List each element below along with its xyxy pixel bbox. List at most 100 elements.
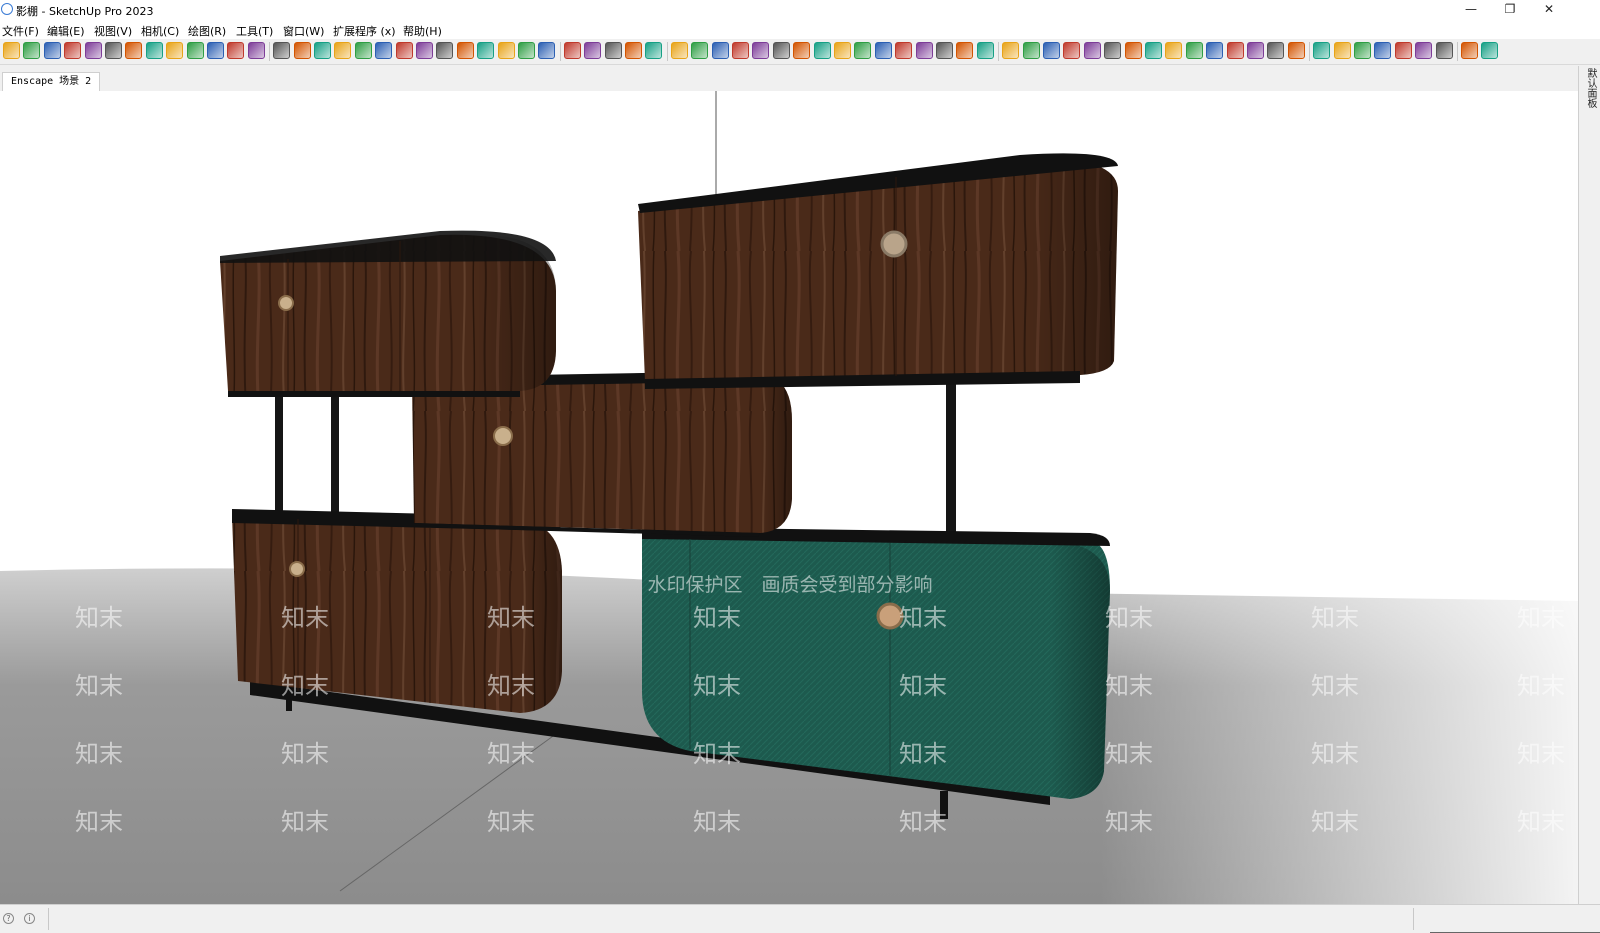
shield-lime-icon[interactable]: [1435, 42, 1453, 59]
grid-icon[interactable]: [1063, 42, 1081, 59]
gear-green-icon[interactable]: [1481, 42, 1499, 59]
hatch-icon[interactable]: [1083, 42, 1101, 59]
outliner-icon[interactable]: [273, 42, 291, 59]
arrow-up-icon[interactable]: [314, 42, 331, 59]
window-title: 影棚 - SketchUp Pro 2023: [16, 5, 154, 18]
black-arrow-icon[interactable]: [1287, 42, 1305, 59]
zigzag-icon[interactable]: [1022, 42, 1040, 59]
window-icon[interactable]: [711, 42, 729, 59]
green-arrow-icon[interactable]: [1247, 42, 1264, 59]
frame-post-left: [275, 396, 283, 516]
table-icon[interactable]: [1226, 42, 1244, 59]
menu-file[interactable]: 文件(F): [2, 23, 39, 39]
pencil-icon[interactable]: [604, 42, 622, 59]
box-icon[interactable]: [375, 42, 393, 59]
close-button[interactable]: ✕: [1526, 0, 1572, 20]
align-left-icon[interactable]: [625, 42, 642, 59]
shelf-icon[interactable]: [956, 42, 974, 59]
cube-orange-icon[interactable]: [416, 42, 433, 59]
shield-green-icon[interactable]: [1415, 42, 1433, 59]
house-icon[interactable]: [1461, 42, 1478, 59]
scale-icon[interactable]: [645, 42, 663, 59]
book-icon[interactable]: [1124, 42, 1142, 59]
menu-draw[interactable]: 绘图(R): [188, 23, 226, 39]
shield-icon[interactable]: [1394, 42, 1412, 59]
tool-icon[interactable]: [834, 42, 851, 59]
door-icon[interactable]: [691, 42, 709, 59]
close-x-icon[interactable]: [1206, 42, 1224, 59]
model-viewport[interactable]: 水印保护区 画质会受到部分影响 知末 知末 知末 知末 知末 知末 知末 知末 知末 知末 知末 知末…: [0, 91, 1578, 904]
menu-help[interactable]: 帮助(H): [403, 23, 442, 39]
flow-icon[interactable]: [1043, 42, 1060, 59]
cloud-icon[interactable]: [125, 42, 143, 59]
cube-wire-icon[interactable]: [518, 42, 535, 59]
watermark-tile: 知末: [1105, 808, 1153, 836]
geo-location-icon[interactable]: ?: [3, 913, 14, 924]
chart-icon[interactable]: [1104, 42, 1122, 59]
sun-icon[interactable]: [354, 42, 372, 59]
title-bar: 影棚 - SketchUp Pro 2023 — ❐ ✕: [0, 0, 1600, 20]
wall-icon[interactable]: [670, 42, 688, 59]
watermark-tile: 知末: [1105, 672, 1153, 700]
menu-window[interactable]: 窗口(W): [283, 23, 324, 39]
draw-icon[interactable]: [813, 42, 831, 59]
menu-extensions[interactable]: 扩展程序 (x): [333, 23, 396, 39]
watermark-tile: 知末: [899, 808, 947, 836]
pen-icon[interactable]: [436, 42, 454, 59]
trash-icon[interactable]: [772, 42, 790, 59]
curve-icon[interactable]: [538, 42, 556, 59]
cut-icon[interactable]: [1145, 42, 1162, 59]
refresh-icon[interactable]: [23, 42, 41, 59]
menu-edit[interactable]: 编辑(E): [47, 23, 85, 39]
layer-icon[interactable]: [915, 42, 933, 59]
tab-scene[interactable]: Enscape 场景 2: [2, 72, 100, 91]
tree-icon[interactable]: [84, 42, 102, 59]
cube-tan-icon[interactable]: [477, 42, 495, 59]
cube-gold-icon[interactable]: [456, 42, 474, 59]
color-wheel-icon[interactable]: [854, 42, 872, 59]
sketchup-logo-icon[interactable]: [3, 42, 20, 59]
checker-icon[interactable]: [145, 42, 163, 59]
box-small-icon[interactable]: [563, 42, 581, 59]
default-tray-label: 默认面板: [1585, 68, 1596, 108]
user-icon[interactable]: [247, 42, 265, 59]
cabinet-icon[interactable]: [732, 42, 749, 59]
menu-tools[interactable]: 工具(T): [236, 23, 273, 39]
stair-icon[interactable]: [874, 42, 892, 59]
lamp-icon[interactable]: [936, 42, 953, 59]
square-green-icon[interactable]: [1333, 42, 1351, 59]
watermark-tile: 知末: [693, 672, 741, 700]
watermark-tile: 知末: [1517, 604, 1565, 632]
watermark-tile: 知末: [281, 740, 329, 768]
watermark-tile: 知末: [75, 672, 123, 700]
watermark-tile: 知末: [1311, 808, 1359, 836]
credits-icon[interactable]: i: [24, 913, 35, 924]
key-icon[interactable]: [1354, 42, 1371, 59]
add-icon[interactable]: [64, 42, 82, 59]
info-icon[interactable]: [227, 42, 245, 59]
mesh-icon[interactable]: [793, 42, 811, 59]
frame-icon[interactable]: [895, 42, 913, 59]
magenta-arrow-icon[interactable]: [1267, 42, 1285, 59]
wave-icon[interactable]: [1002, 42, 1020, 59]
cube-icon[interactable]: [395, 42, 413, 59]
cube-open-icon[interactable]: [497, 42, 515, 59]
layers-icon[interactable]: [43, 42, 61, 59]
bell-icon[interactable]: [1185, 42, 1203, 59]
tag-icon[interactable]: [1374, 42, 1392, 59]
watermark-tile: 知末: [75, 740, 123, 768]
menu-camera[interactable]: 相机(C): [141, 23, 179, 39]
bin-icon[interactable]: [752, 42, 770, 59]
line-icon[interactable]: [976, 42, 994, 59]
default-tray-panel[interactable]: 默认面板: [1578, 66, 1600, 904]
mail-icon[interactable]: [207, 42, 224, 59]
array-icon[interactable]: [293, 42, 311, 59]
upload-icon[interactable]: [166, 42, 184, 59]
settings-icon[interactable]: [186, 42, 204, 59]
warehouse-icon[interactable]: [105, 42, 122, 59]
globe-icon[interactable]: [584, 42, 602, 59]
align-icon[interactable]: [334, 42, 352, 59]
blue-arrow-icon[interactable]: [1313, 42, 1331, 59]
menu-view[interactable]: 视图(V): [94, 23, 132, 39]
network-icon[interactable]: [1165, 42, 1183, 59]
